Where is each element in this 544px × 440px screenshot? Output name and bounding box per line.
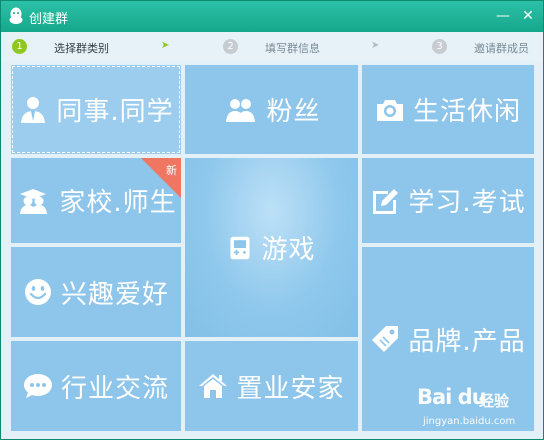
tile-property[interactable]: 置业安家 (185, 341, 358, 431)
tile-industry-label: 行业交流 (60, 373, 169, 404)
tile-colleagues-label: 同事.同学 (56, 97, 174, 127)
tile-industry[interactable]: 行业交流 (11, 341, 181, 431)
camera-icon (376, 99, 403, 121)
tile-school[interactable]: 家校.师生 新 (11, 158, 181, 243)
two-people-icon (226, 98, 256, 122)
tile-colleagues[interactable]: 同事.同学 (11, 65, 181, 154)
graduation-icon (20, 188, 48, 214)
watermark-url: jingyan.baidu.com (423, 416, 516, 427)
tile-property-label: 置业安家 (236, 373, 345, 404)
person-icon (21, 96, 46, 123)
title-bar[interactable]: 创建群 — ✕ (1, 1, 543, 32)
tile-brand-label: 品牌.产品 (408, 326, 526, 357)
tile-life-label: 生活休闲 (412, 97, 521, 127)
house-icon (199, 374, 228, 398)
chat-icon (23, 374, 52, 398)
step-2-number: 2 (223, 39, 238, 54)
tile-hobby-label: 兴趣爱好 (60, 279, 169, 310)
tile-fans[interactable]: 粉丝 (185, 65, 358, 154)
new-badge: 新 (141, 158, 181, 198)
tile-hobby[interactable]: 兴趣爱好 (11, 247, 181, 337)
step-1-label: 选择群类别 (54, 42, 109, 55)
step-arrow-icon: ➤ (371, 40, 380, 51)
tile-study-label: 学习.考试 (408, 188, 526, 218)
tile-life[interactable]: 生活休闲 (362, 65, 534, 154)
new-badge-text: 新 (166, 164, 177, 177)
tile-fans-label: 粉丝 (266, 97, 321, 127)
smiley-icon (24, 279, 51, 305)
tile-games-label: 游戏 (261, 235, 316, 265)
edit-icon (373, 188, 399, 214)
watermark-sub: 经验 (479, 392, 510, 410)
step-arrow-icon: ➤ (161, 40, 170, 51)
gamepad-icon (230, 236, 251, 259)
step-indicator: 1 选择群类别 ➤ 2 填写群信息 ➤ 3 邀请群成员 (1, 32, 543, 62)
window-title: 创建群 (29, 12, 69, 27)
qq-penguin-icon (9, 7, 23, 24)
baidu-jingyan-watermark: Bai du 经验 jingyan.baidu.com (417, 385, 541, 437)
close-button[interactable]: ✕ (518, 6, 538, 26)
step-3-number: 3 (432, 39, 447, 54)
tile-study[interactable]: 学习.考试 (362, 158, 534, 243)
tag-icon (372, 326, 399, 352)
step-2-label: 填写群信息 (265, 42, 320, 55)
step-3-label: 邀请群成员 (474, 42, 529, 55)
watermark-brand: Bai du (417, 385, 487, 409)
create-group-window: 创建群 — ✕ 1 选择群类别 ➤ 2 填写群信息 ➤ 3 邀请群成员 同事.同… (0, 0, 544, 440)
tile-games[interactable]: 游戏 (185, 158, 358, 337)
step-1-number: 1 (12, 39, 27, 54)
minimize-button[interactable]: — (493, 6, 513, 26)
